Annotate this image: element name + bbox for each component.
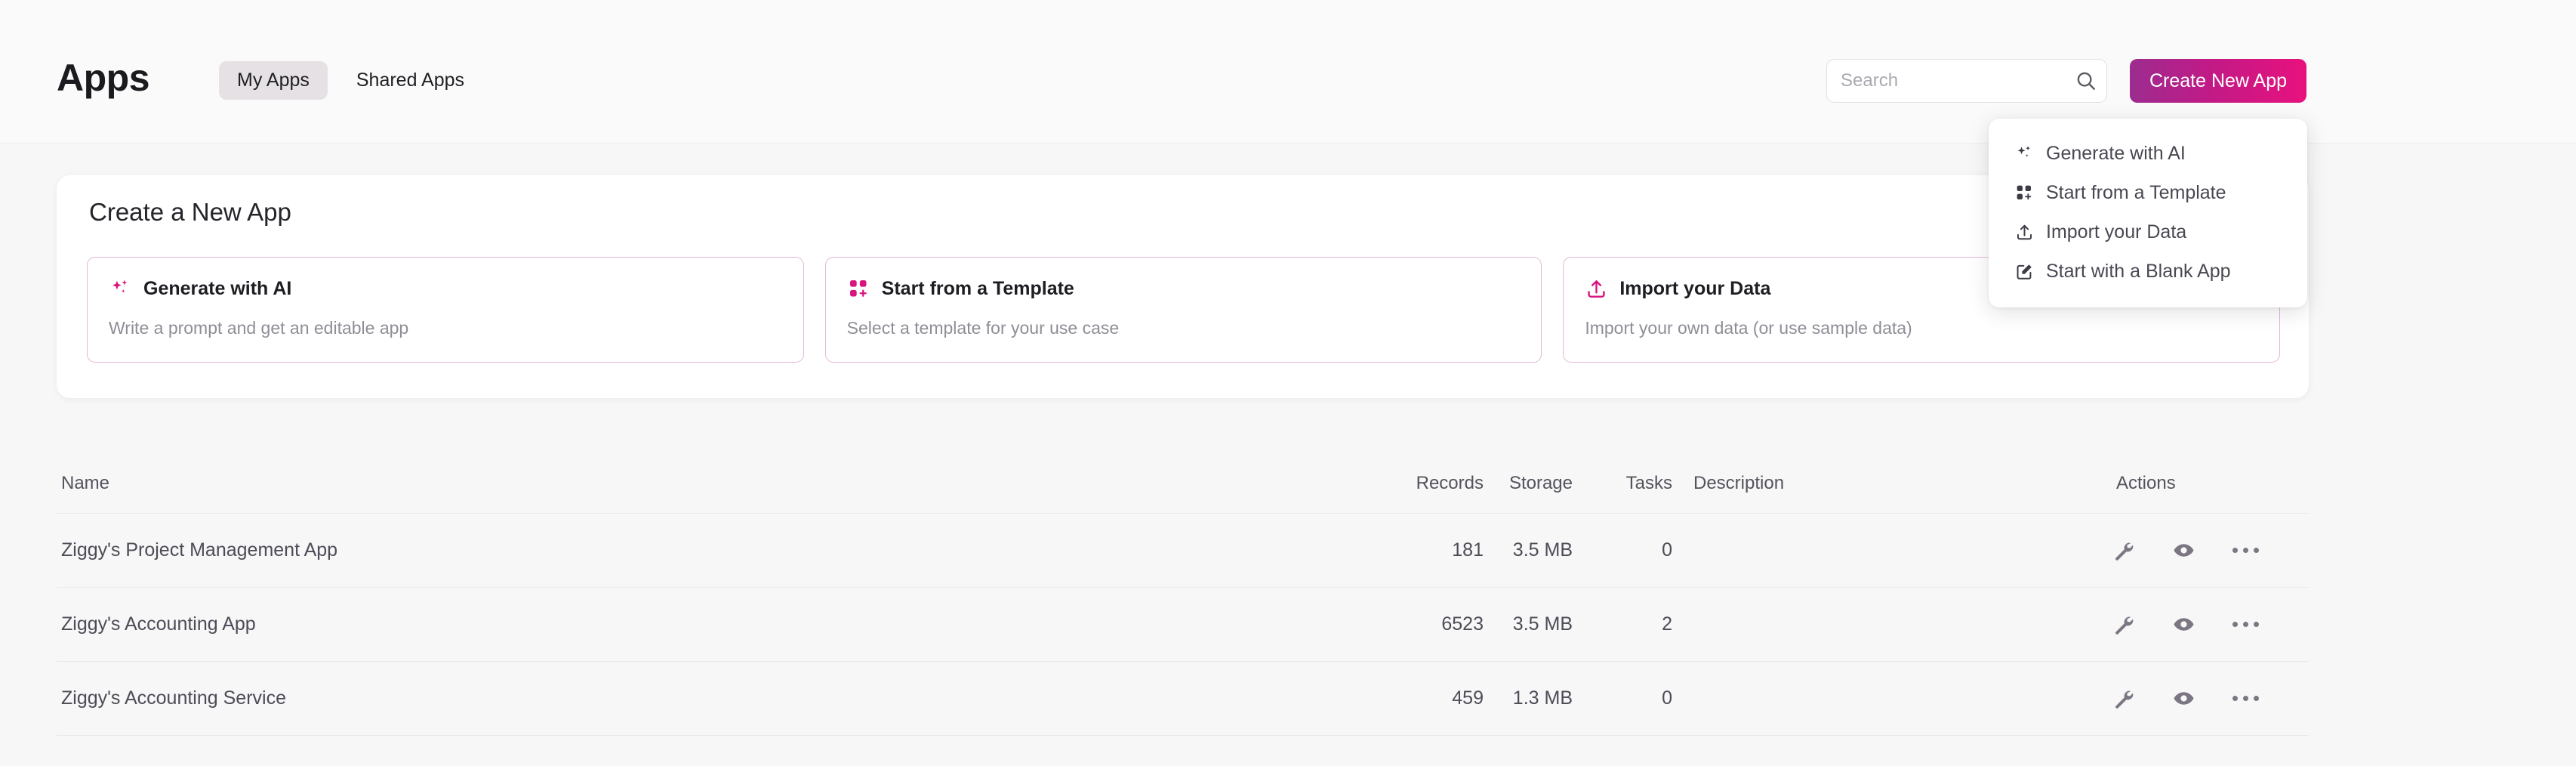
view-tabs: My Apps Shared Apps [219, 59, 482, 101]
card-title: Generate with AI [143, 277, 292, 299]
create-app-dropdown-menu: Generate with AI Start from a Template I… [1989, 119, 2307, 307]
menu-item-label: Generate with AI [2046, 142, 2186, 164]
create-option-cards: Generate with AI Write a prompt and get … [87, 257, 2281, 363]
create-new-app-button[interactable]: Create New App [2130, 59, 2307, 103]
cell-storage: 1.3 MB [1512, 687, 1573, 709]
cell-records: 459 [1452, 687, 1484, 709]
cell-tasks: 2 [1662, 613, 1672, 635]
card-header: Generate with AI [109, 277, 782, 300]
cell-records: 6523 [1441, 613, 1484, 635]
eye-icon[interactable] [2172, 613, 2195, 636]
cell-actions [2080, 687, 2309, 710]
cell-storage: 3.5 MB [1512, 613, 1573, 635]
card-subtitle: Import your own data (or use sample data… [1585, 318, 1912, 338]
apps-table: Name Records Storage Tasks Description A… [57, 453, 2309, 736]
table-row[interactable]: Ziggy's Project Management App 181 3.5 M… [57, 514, 2309, 588]
column-header-description[interactable]: Description [1672, 473, 2080, 494]
menu-item-label: Start with a Blank App [2046, 260, 2231, 282]
tab-my-apps[interactable]: My Apps [219, 60, 328, 100]
column-header-name[interactable]: Name [57, 473, 1340, 494]
cell-tasks: 0 [1662, 687, 1672, 709]
cell-actions [2080, 539, 2309, 562]
eye-icon[interactable] [2172, 687, 2195, 710]
cell-app-name[interactable]: Ziggy's Accounting App [57, 613, 1340, 635]
card-header: Start from a Template [847, 277, 1521, 300]
menu-item-import-your-data[interactable]: Import your Data [1989, 212, 2307, 252]
wrench-icon[interactable] [2112, 539, 2134, 562]
menu-item-generate-with-ai[interactable]: Generate with AI [1989, 134, 2307, 173]
table-header-row: Name Records Storage Tasks Description A… [57, 453, 2309, 514]
sparkles-icon [2014, 144, 2034, 163]
menu-item-label: Start from a Template [2046, 181, 2226, 203]
panel-title: Create a New App [89, 198, 291, 226]
table-row[interactable]: Ziggy's Accounting Service 459 1.3 MB 0 [57, 662, 2309, 736]
template-grid-icon [2014, 183, 2034, 202]
template-grid-icon [847, 277, 870, 300]
apps-page: Apps My Apps Shared Apps Create New App [0, 0, 2576, 766]
pencil-square-icon [2014, 261, 2034, 281]
eye-icon[interactable] [2172, 539, 2195, 562]
column-header-actions: Actions [2116, 472, 2176, 493]
more-options-icon[interactable] [2232, 622, 2259, 627]
search-input[interactable] [1841, 70, 2075, 91]
menu-item-label: Import your Data [2046, 221, 2187, 242]
card-subtitle: Select a template for your use case [846, 318, 1120, 338]
wrench-icon[interactable] [2112, 687, 2134, 710]
page-title: Apps [57, 57, 150, 99]
column-header-tasks[interactable]: Tasks [1582, 473, 1672, 494]
search-box[interactable] [1826, 59, 2107, 103]
upload-icon [1585, 277, 1607, 300]
column-header-storage[interactable]: Storage [1484, 473, 1582, 494]
sparkles-icon [109, 277, 131, 300]
menu-item-start-with-blank-app[interactable]: Start with a Blank App [1989, 252, 2307, 291]
cell-tasks: 0 [1662, 539, 1672, 561]
tab-shared-apps[interactable]: Shared Apps [338, 61, 482, 100]
card-subtitle: Write a prompt and get an editable app [109, 318, 409, 338]
column-header-records[interactable]: Records [1340, 473, 1484, 494]
create-new-app-panel: Create a New App Generate with AI Write … [57, 175, 2309, 398]
more-options-icon[interactable] [2232, 548, 2259, 553]
card-generate-with-ai[interactable]: Generate with AI Write a prompt and get … [87, 257, 804, 363]
cell-app-name[interactable]: Ziggy's Accounting Service [57, 687, 1340, 709]
search-icon[interactable] [2075, 69, 2097, 92]
menu-item-start-from-template[interactable]: Start from a Template [1989, 173, 2307, 212]
card-title: Start from a Template [881, 277, 1074, 299]
card-start-from-template[interactable]: Start from a Template Select a template … [824, 257, 1542, 363]
cell-storage: 3.5 MB [1512, 539, 1573, 561]
card-title: Import your Data [1619, 277, 1771, 299]
cell-actions [2080, 613, 2309, 636]
cell-app-name[interactable]: Ziggy's Project Management App [57, 539, 1340, 561]
wrench-icon[interactable] [2112, 613, 2134, 636]
table-row[interactable]: Ziggy's Accounting App 6523 3.5 MB 2 [57, 588, 2309, 662]
more-options-icon[interactable] [2232, 696, 2259, 701]
upload-icon [2014, 222, 2034, 242]
cell-records: 181 [1452, 539, 1484, 561]
